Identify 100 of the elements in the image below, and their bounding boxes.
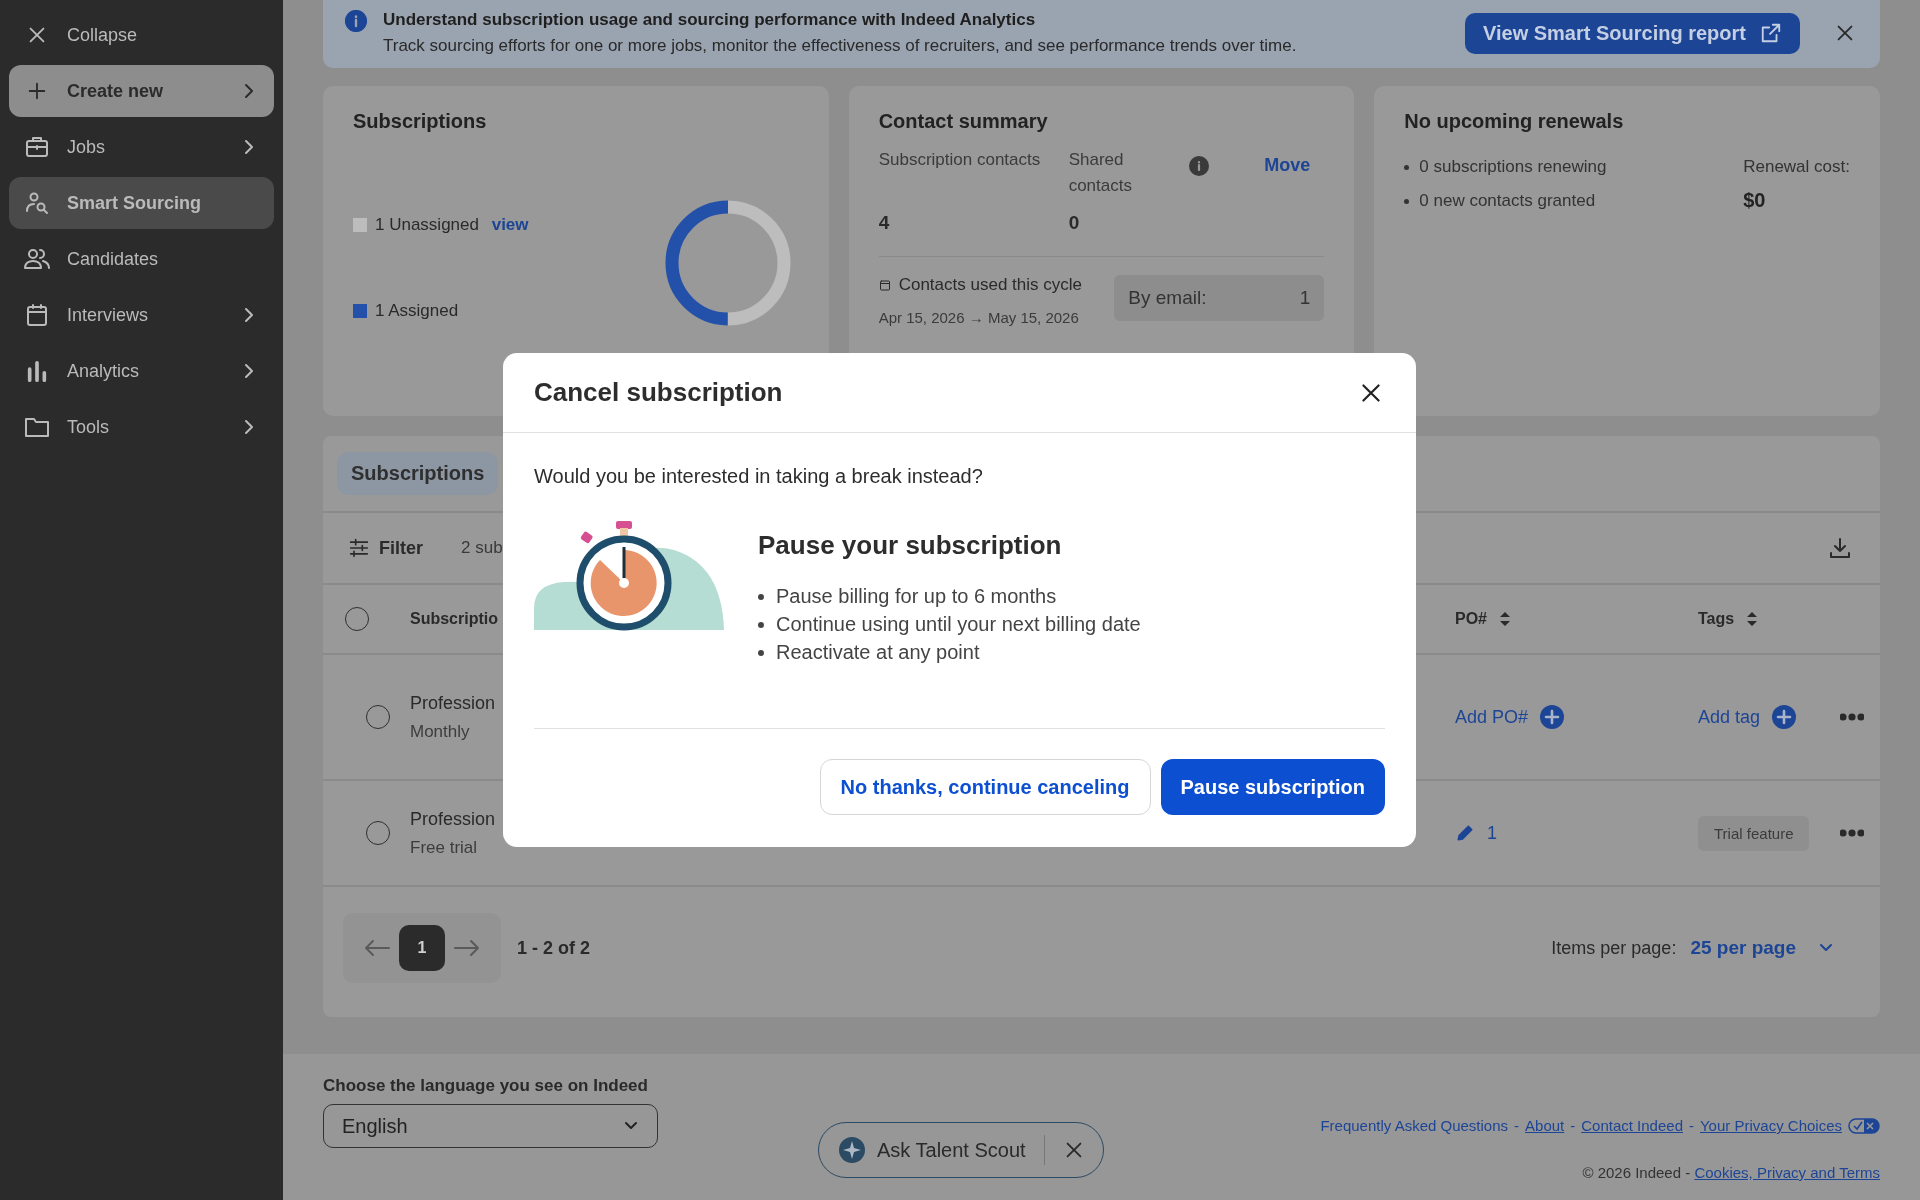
- folder-icon: [24, 416, 50, 438]
- email-label: By email:: [1128, 286, 1207, 309]
- chevron-icon: [242, 418, 256, 436]
- sidebar-item[interactable]: Tools: [9, 401, 274, 453]
- more-icon: [1840, 713, 1864, 721]
- add-link[interactable]: Add tag: [1698, 705, 1840, 729]
- chevron-icon: [242, 362, 256, 380]
- footer-link[interactable]: Frequently Asked Questions: [1320, 1117, 1509, 1134]
- card-title: No upcoming renewals: [1404, 110, 1625, 133]
- chevron-icon: [242, 306, 256, 324]
- chevron-icon: [242, 138, 256, 156]
- sort-icon[interactable]: [1746, 610, 1759, 628]
- dialog-title: Cancel subscription: [534, 377, 783, 408]
- bullet-icon: [758, 593, 764, 600]
- language-label: Choose the language you see on Indeed: [323, 1076, 649, 1096]
- people-icon: [24, 247, 50, 271]
- privacy-toggle-icon[interactable]: [1848, 1117, 1880, 1134]
- sidebar-item[interactable]: Interviews: [9, 289, 274, 341]
- offer-benefit: Reactivate at any point: [776, 641, 980, 664]
- download-button[interactable]: [1828, 536, 1852, 560]
- sidebar-item[interactable]: Smart Sourcing: [9, 177, 274, 229]
- sidebar-item[interactable]: Analytics: [9, 345, 274, 397]
- plus-icon: [26, 80, 48, 102]
- cost-value: $0: [1743, 189, 1767, 212]
- tab[interactable]: Subscriptions: [337, 452, 499, 495]
- legend-label: 1 Assigned: [375, 300, 459, 321]
- view-report-button[interactable]: View Smart Sourcing report: [1464, 12, 1800, 54]
- column-header[interactable]: PO#: [1455, 610, 1511, 628]
- copyright-text: © 2026 Indeed - Cookies, Privacy and Terms: [1582, 1164, 1880, 1181]
- dialog-question: Would you be interested in taking a break instead?: [534, 465, 984, 488]
- person-search-icon: [25, 191, 49, 215]
- stat-value: 0: [1068, 211, 1081, 234]
- cost-label: Renewal cost:: [1743, 157, 1850, 177]
- link-separator: -: [1570, 1117, 1576, 1134]
- tag-chip: Trial feature: [1698, 815, 1810, 851]
- arrow-left-icon: [363, 938, 391, 958]
- create-new-button[interactable]: Create new: [9, 65, 274, 117]
- footer-link[interactable]: About: [1525, 1117, 1565, 1134]
- info-icon: [345, 10, 367, 32]
- plan-type: Free trial: [410, 837, 479, 858]
- language-select[interactable]: English: [323, 1104, 658, 1148]
- cycle-dates: Apr 15, 2026 → May 15, 2026: [878, 308, 1080, 326]
- calendar-icon: [25, 303, 49, 327]
- bullet-icon: [758, 621, 764, 628]
- legend-label: 1 Unassigned: [375, 214, 479, 235]
- renewal-text: 0 subscriptions renewing: [1419, 157, 1607, 177]
- sidebar-item[interactable]: Jobs: [9, 121, 274, 173]
- page-button[interactable]: 1: [399, 925, 445, 971]
- footer-link[interactable]: Contact Indeed: [1581, 1117, 1683, 1134]
- offer-benefit: Pause billing for up to 6 months: [776, 585, 1057, 608]
- bar-chart-icon: [26, 360, 48, 382]
- banner-text: Track sourcing efforts for one or more jobs, monitor the effectiveness of recruiters, and see performance trends over time.: [383, 36, 1298, 56]
- renewal-text: 0 new contacts granted: [1419, 191, 1596, 211]
- arrow-right-icon: [453, 938, 481, 958]
- subscription-name: Profession: [410, 808, 496, 830]
- caret-icon: [1818, 942, 1834, 954]
- stat-label: Subscription contacts: [878, 149, 1042, 171]
- column-header[interactable]: Subscriptio: [410, 610, 498, 628]
- offer-heading: Pause your subscription: [758, 530, 1063, 561]
- plus-icon[interactable]: [1772, 705, 1797, 729]
- plus-icon[interactable]: [1540, 705, 1565, 729]
- email-count: 1: [1299, 286, 1311, 309]
- sort-icon[interactable]: [1499, 610, 1511, 628]
- sidebar-item[interactable]: Candidates: [9, 233, 274, 285]
- view-link[interactable]: view: [486, 214, 529, 235]
- subscription-name: Profession: [410, 692, 496, 714]
- po-number[interactable]: 1: [1455, 822, 1698, 844]
- stat-label: Shared contacts: [1068, 149, 1133, 198]
- more-icon: [1840, 829, 1864, 837]
- download-icon: [1828, 536, 1852, 560]
- per-page-dropdown[interactable]: 25 per page: [1690, 937, 1834, 959]
- page-range: 1 - 2 of 2: [517, 937, 591, 959]
- compass-icon: [839, 1137, 865, 1163]
- offer-benefit: Continue using until your next billing date: [776, 613, 1141, 636]
- banner-title: Understand subscription usage and sourcing performance with Indeed Analytics: [383, 10, 1037, 30]
- chevron-icon: [242, 82, 256, 100]
- card-title: Subscriptions: [353, 110, 488, 133]
- info-icon: [1188, 155, 1209, 176]
- chevron-down-icon: [623, 1120, 639, 1132]
- pencil-icon: [1455, 823, 1475, 843]
- plan-type: Monthly: [410, 721, 471, 742]
- legal-link[interactable]: Cookies, Privacy and Terms: [1694, 1164, 1880, 1181]
- bullet-icon: [1404, 198, 1410, 204]
- continue-canceling-button[interactable]: No thanks, continue canceling: [819, 759, 1151, 815]
- move-link[interactable]: Move: [1264, 155, 1311, 176]
- stat-value: 4: [878, 211, 891, 234]
- link-separator: -: [1689, 1117, 1694, 1134]
- card-title: Contact summary: [878, 110, 1049, 133]
- bullet-icon: [758, 649, 764, 656]
- cycle-label: Contacts used this cycle: [898, 274, 1082, 295]
- collapse-button[interactable]: Collapse: [9, 9, 274, 61]
- add-link[interactable]: Add PO#: [1455, 705, 1698, 729]
- pause-subscription-button[interactable]: Pause subscription: [1160, 759, 1385, 815]
- filter-icon: [349, 538, 369, 558]
- items-per-page-label: Items per page:: [1551, 937, 1677, 959]
- filter-button[interactable]: Filter: [349, 537, 423, 559]
- column-header[interactable]: Tags: [1698, 610, 1759, 628]
- footer-link[interactable]: Your Privacy Choices: [1700, 1117, 1842, 1134]
- link-separator: -: [1514, 1117, 1520, 1134]
- assistant-button[interactable]: Ask Talent Scout: [877, 1138, 1026, 1162]
